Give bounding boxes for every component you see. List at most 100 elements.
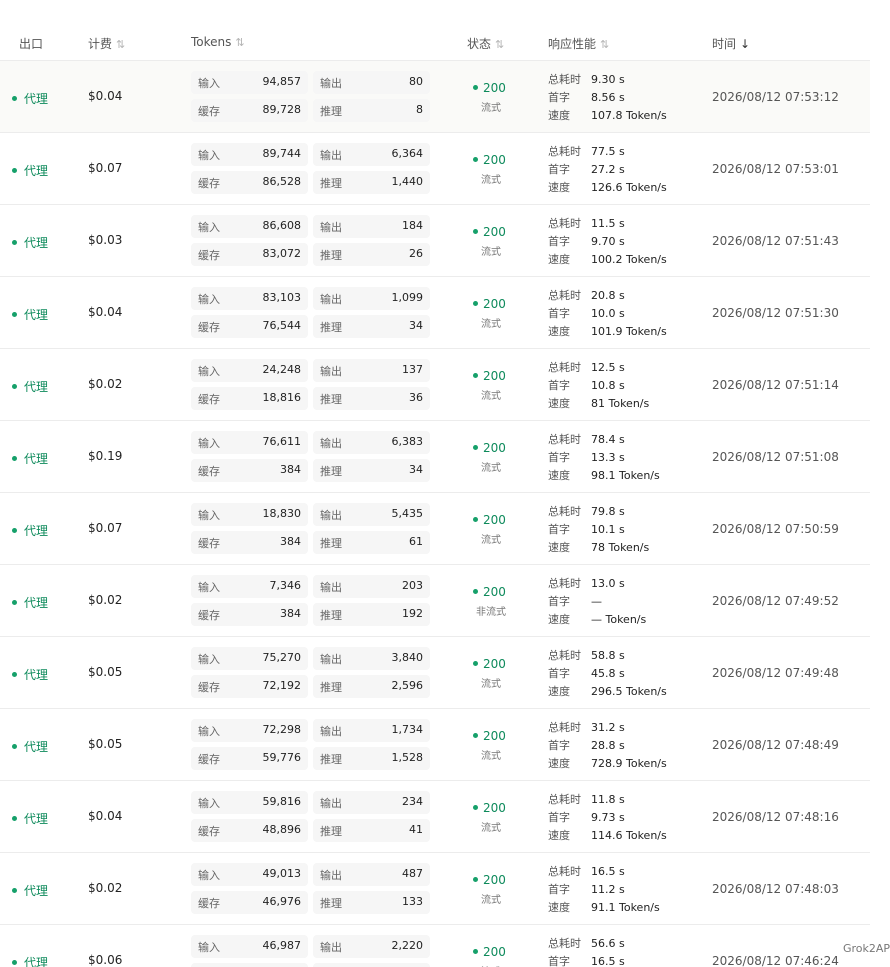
cache-tokens-label: 缓存 (198, 177, 220, 190)
first-label: 首字 (548, 379, 570, 392)
time-cell: 2026/08/12 07:46:24 (712, 954, 839, 967)
output-tokens-label: 输出 (320, 293, 342, 306)
speed-value: 296.5 Token/s (591, 685, 667, 698)
total-value: 13.0 s (591, 577, 625, 590)
stream-mode: 流式 (481, 535, 501, 546)
table-row[interactable]: 代理 $0.05 输入 75,270 输出 3,840 缓存 72,192 推理 2,596 200… (0, 637, 870, 709)
table-row[interactable]: 代理 $0.06 输入 46,987 输出 2,220 缓存 推理 200 流式 总耗时 56.6 s… (0, 925, 870, 967)
input-tokens-chip: 输入 72,298 (191, 719, 308, 742)
stream-mode: 流式 (481, 751, 501, 762)
cost-cell: $0.02 (88, 377, 123, 391)
output-tokens-label: 输出 (320, 509, 342, 522)
cache-tokens-chip: 缓存 72,192 (191, 675, 308, 698)
status-dot-icon (12, 384, 17, 389)
total-label: 总耗时 (548, 721, 581, 734)
total-label: 总耗时 (548, 361, 581, 374)
input-tokens-label: 输入 (198, 509, 220, 522)
performance-cell: 总耗时 78.4 s 首字 13.3 s 速度 98.1 Token/s (548, 431, 660, 485)
status-dot-icon (12, 312, 17, 317)
status-dot-icon (12, 456, 17, 461)
total-value: 11.5 s (591, 217, 625, 230)
table-row[interactable]: 代理 $0.03 输入 86,608 输出 184 缓存 83,072 推理 26 200 流式 总耗时… (0, 205, 870, 277)
header-tokens[interactable]: Tokens ⇅ (191, 35, 245, 49)
input-tokens-label: 输入 (198, 149, 220, 162)
reasoning-tokens-chip: 推理 34 (313, 459, 430, 482)
cost-cell: $0.19 (88, 449, 123, 463)
cache-tokens-value: 384 (280, 607, 301, 620)
table-row[interactable]: 代理 $0.02 输入 49,013 输出 487 缓存 46,976 推理 133 200 流式 总耗… (0, 853, 870, 925)
first-label: 首字 (548, 811, 570, 824)
cache-tokens-chip: 缓存 384 (191, 603, 308, 626)
status-cell: 200 (473, 801, 506, 815)
output-tokens-chip: 输出 234 (313, 791, 430, 814)
cache-tokens-value: 76,544 (262, 319, 302, 332)
time-cell: 2026/08/12 07:51:30 (712, 306, 839, 320)
status-dot-icon (12, 528, 17, 533)
header-billing[interactable]: 计费 ⇅ (88, 35, 125, 52)
outlet-cell: 代理 (12, 450, 48, 467)
cost-cell: $0.04 (88, 89, 123, 103)
status-cell: 200 (473, 153, 506, 167)
status-dot-icon (473, 445, 478, 450)
table-row[interactable]: 代理 $0.07 输入 89,744 输出 6,364 缓存 86,528 推理 1,440 200… (0, 133, 870, 205)
cache-tokens-value: 384 (280, 535, 301, 548)
table-row[interactable]: 代理 $0.04 输入 83,103 输出 1,099 缓存 76,544 推理 34 200 流式 总… (0, 277, 870, 349)
performance-cell: 总耗时 16.5 s 首字 11.2 s 速度 91.1 Token/s (548, 863, 660, 917)
sort-icon[interactable]: ⇅ (235, 36, 244, 49)
first-label: 首字 (548, 163, 570, 176)
reasoning-tokens-label: 推理 (320, 465, 342, 478)
total-label: 总耗时 (548, 937, 581, 950)
first-value: 9.70 s (591, 235, 625, 248)
table-row[interactable]: 代理 $0.04 输入 94,857 输出 80 缓存 89,728 推理 8 200 流式 总耗时 9.… (0, 61, 870, 133)
output-tokens-chip: 输出 6,383 (313, 431, 430, 454)
sort-icon[interactable]: ⇅ (116, 38, 125, 51)
cache-tokens-value: 384 (280, 463, 301, 476)
cache-tokens-label: 缓存 (198, 609, 220, 622)
sort-icon[interactable]: ⇅ (495, 38, 504, 51)
cache-tokens-value: 46,976 (262, 895, 302, 908)
outlet-cell: 代理 (12, 90, 48, 107)
output-tokens-chip: 输出 1,734 (313, 719, 430, 742)
input-tokens-chip: 输入 49,013 (191, 863, 308, 886)
reasoning-tokens-chip: 推理 61 (313, 531, 430, 554)
cost-cell: $0.03 (88, 233, 123, 247)
output-tokens-value: 137 (402, 363, 423, 376)
input-tokens-chip: 输入 46,987 (191, 935, 308, 958)
table-row[interactable]: 代理 $0.07 输入 18,830 输出 5,435 缓存 384 推理 61 200 流式 总耗时 7… (0, 493, 870, 565)
table-row[interactable]: 代理 $0.19 输入 76,611 输出 6,383 缓存 384 推理 34 200 流式 总耗时 7… (0, 421, 870, 493)
status-cell: 200 (473, 873, 506, 887)
status-dot-icon (12, 816, 17, 821)
output-tokens-value: 2,220 (391, 939, 424, 952)
reasoning-tokens-chip: 推理 133 (313, 891, 430, 914)
reasoning-tokens-value: 34 (409, 463, 423, 476)
table-row[interactable]: 代理 $0.02 输入 7,346 输出 203 缓存 384 推理 192 200 非流式 总耗时 13… (0, 565, 870, 637)
status-dot-icon (473, 805, 478, 810)
input-tokens-value: 46,987 (262, 939, 302, 952)
table-row[interactable]: 代理 $0.05 输入 72,298 输出 1,734 缓存 59,776 推理 1,528 200… (0, 709, 870, 781)
total-value: 56.6 s (591, 937, 625, 950)
stream-mode: 流式 (481, 175, 501, 186)
status-dot-icon (473, 373, 478, 378)
input-tokens-chip: 输入 89,744 (191, 143, 308, 166)
output-tokens-chip: 输出 3,840 (313, 647, 430, 670)
cache-tokens-value: 18,816 (262, 391, 302, 404)
table-row[interactable]: 代理 $0.04 输入 59,816 输出 234 缓存 48,896 推理 41 200 流式 总耗时… (0, 781, 870, 853)
input-tokens-chip: 输入 86,608 (191, 215, 308, 238)
cost-cell: $0.07 (88, 161, 123, 175)
output-tokens-label: 输出 (320, 653, 342, 666)
input-tokens-value: 94,857 (262, 75, 302, 88)
output-tokens-label: 输出 (320, 365, 342, 378)
header-status[interactable]: 状态 ⇅ (467, 35, 504, 52)
status-dot-icon (473, 877, 478, 882)
sort-icon[interactable]: ⇅ (600, 38, 609, 51)
table-header: 出口 计费 ⇅ Tokens ⇅ 状态 ⇅ 响应性能 ⇅ 时间 ↓ (0, 0, 870, 61)
table-row[interactable]: 代理 $0.02 输入 24,248 输出 137 缓存 18,816 推理 36 200 流式 总耗时… (0, 349, 870, 421)
status-code: 200 (483, 81, 506, 95)
input-tokens-value: 49,013 (262, 867, 302, 880)
first-label: 首字 (548, 595, 570, 608)
reasoning-tokens-label: 推理 (320, 753, 342, 766)
sort-desc-icon[interactable]: ↓ (740, 37, 750, 51)
header-performance[interactable]: 响应性能 ⇅ (548, 35, 609, 52)
header-time[interactable]: 时间 ↓ (712, 35, 750, 52)
speed-label: 速度 (548, 613, 570, 626)
